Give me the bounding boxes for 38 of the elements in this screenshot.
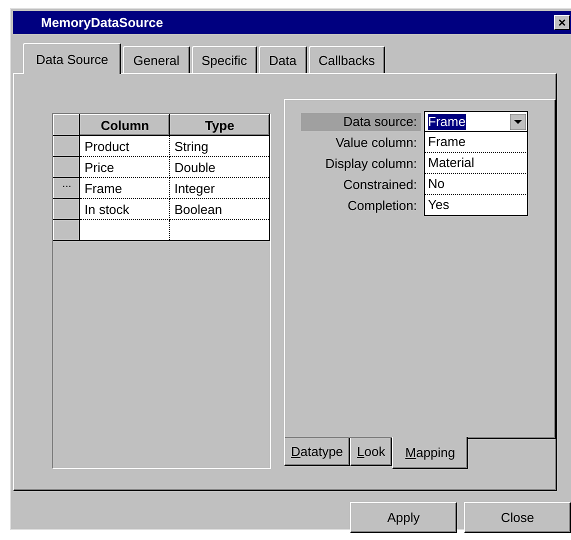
- table-cell: Price: [80, 156, 170, 178]
- tab[interactable]: Datatype: [284, 438, 350, 466]
- property-label: Display column:: [324, 154, 418, 172]
- tab[interactable]: Data Source: [23, 43, 122, 74]
- table-cell: String: [170, 136, 270, 156]
- row-header[interactable]: ...: [54, 178, 80, 198]
- tab[interactable]: Specific: [192, 46, 258, 73]
- property-label: Data source:: [301, 112, 421, 130]
- row-header[interactable]: [54, 220, 80, 240]
- close-button[interactable]: ×: [554, 15, 570, 30]
- apply-button[interactable]: Apply: [350, 502, 457, 533]
- property-value[interactable]: No: [424, 174, 528, 195]
- tab[interactable]: Data: [259, 46, 307, 73]
- tab[interactable]: Look: [350, 438, 392, 466]
- dropdown-arrow-icon[interactable]: [510, 114, 526, 130]
- property-value[interactable]: Frame: [424, 132, 528, 153]
- tab[interactable]: Mapping: [392, 437, 468, 469]
- close-dialog-button[interactable]: Close: [464, 502, 571, 533]
- row-header[interactable]: [54, 198, 80, 220]
- column-header[interactable]: Type: [170, 114, 270, 136]
- tab[interactable]: Callbacks: [308, 46, 385, 73]
- row-header[interactable]: [54, 156, 80, 178]
- window-title: MemoryDataSource: [41, 15, 164, 30]
- property-label: Completion:: [346, 196, 418, 214]
- column-header[interactable]: Column: [80, 114, 170, 136]
- table-cell: In stock: [80, 198, 170, 220]
- table-cell: Boolean: [170, 198, 270, 220]
- row-header[interactable]: [54, 136, 80, 156]
- table-cell: Frame: [80, 178, 170, 198]
- table-cell: Integer: [170, 178, 270, 198]
- dropdown[interactable]: Frame: [424, 111, 528, 132]
- property-label: Value column:: [334, 134, 418, 152]
- property-value[interactable]: Material: [424, 153, 528, 174]
- table-cell: Double: [170, 156, 270, 178]
- property-label: Constrained:: [342, 176, 418, 194]
- property-value[interactable]: Yes: [424, 195, 528, 216]
- tab[interactable]: General: [123, 46, 190, 73]
- table-cell: Product: [80, 136, 170, 156]
